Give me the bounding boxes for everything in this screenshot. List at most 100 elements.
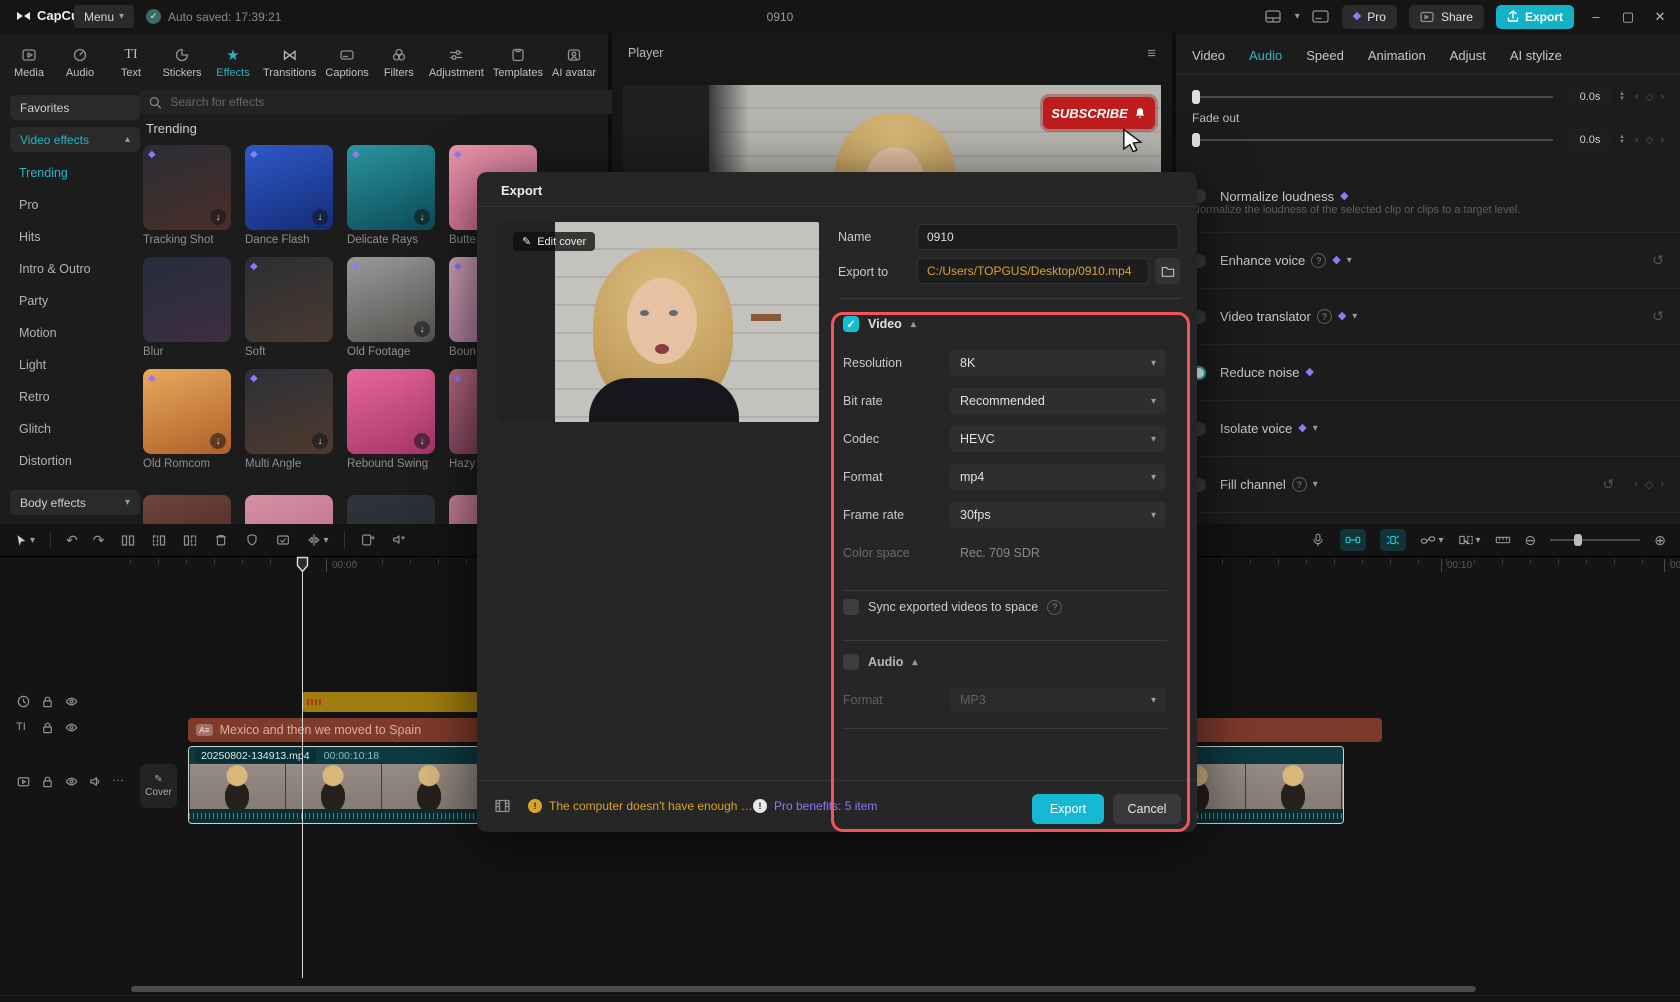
duration-value[interactable]: 0.0s xyxy=(1567,129,1613,151)
more-options-icon[interactable]: … xyxy=(112,770,124,784)
clock-icon[interactable] xyxy=(16,694,31,709)
tab-stickers[interactable]: Stickers xyxy=(161,37,203,87)
magnetic-snap-button[interactable] xyxy=(1340,529,1366,551)
effect-card[interactable]: ◆ ↓ Old Romcom xyxy=(143,369,231,470)
video-checkbox[interactable]: ✓ xyxy=(843,316,859,332)
stepper[interactable]: ▲▼ xyxy=(1619,92,1625,102)
tab-captions[interactable]: Captions xyxy=(325,37,368,87)
audio-format-dropdown[interactable]: MP3 ▾ xyxy=(950,687,1166,713)
effect-card[interactable]: ↓ Rebound Swing xyxy=(347,369,435,470)
effect-card[interactable]: ◆ Soft xyxy=(245,257,333,358)
playhead-handle[interactable] xyxy=(296,556,309,573)
category-item[interactable]: Trending xyxy=(0,157,119,189)
undo-button[interactable]: ↶ xyxy=(66,530,78,550)
category-item[interactable]: Hits xyxy=(0,221,119,253)
body-effects-button[interactable]: Body effects▾ xyxy=(10,490,140,515)
setting-dropdown[interactable]: mp4 ▾ xyxy=(950,464,1166,490)
stepper[interactable]: ▲▼ xyxy=(1619,135,1625,145)
cancel-button[interactable]: Cancel xyxy=(1113,794,1181,824)
search-input[interactable] xyxy=(168,94,609,110)
effect-card[interactable] xyxy=(347,495,435,524)
tab-ai-avatar[interactable]: AI avatar xyxy=(552,37,596,87)
link-button[interactable]: ▾ xyxy=(1420,530,1443,550)
subtitle-view-icon[interactable] xyxy=(1312,10,1330,24)
category-item[interactable]: Light xyxy=(0,349,119,381)
inspector-tab[interactable]: Animation xyxy=(1368,48,1426,63)
category-item[interactable]: Party xyxy=(0,285,119,317)
chevron-down-icon[interactable]: ▾ xyxy=(1347,255,1352,266)
inspector-tab[interactable]: Audio xyxy=(1249,48,1282,63)
keyframe-controls[interactable]: ‹◇› xyxy=(1635,91,1664,103)
pro-benefits-link[interactable]: ! Pro benefits: 5 item xyxy=(753,799,877,813)
slider[interactable] xyxy=(1192,96,1553,98)
video-effects-button[interactable]: Video effects▴ xyxy=(10,127,140,152)
delete-right-button[interactable] xyxy=(182,530,198,550)
eye-icon[interactable] xyxy=(64,774,79,789)
download-icon[interactable]: ↓ xyxy=(414,433,430,449)
effect-card[interactable]: ◆ ↓ Multi Angle xyxy=(245,369,333,470)
category-item[interactable]: Pro xyxy=(0,189,119,221)
download-icon[interactable]: ↓ xyxy=(312,433,328,449)
effect-card[interactable] xyxy=(143,495,231,524)
effect-card[interactable]: ◆ ↓ Old Footage xyxy=(347,257,435,358)
tab-audio[interactable]: Audio xyxy=(59,37,101,87)
extract-audio-button[interactable] xyxy=(391,530,407,550)
chevron-down-icon[interactable]: ▾ xyxy=(1313,423,1318,434)
reset-icon[interactable]: ↺ xyxy=(1652,252,1664,269)
tab-templates[interactable]: Templates xyxy=(493,37,543,87)
chevron-up-icon[interactable]: ▴ xyxy=(911,319,916,330)
playhead[interactable] xyxy=(302,558,303,978)
effect-card[interactable]: ◆ ↓ Delicate Rays xyxy=(347,145,435,246)
export-path-input[interactable]: C:/Users/TOPGUS/Desktop/0910.mp4 xyxy=(917,258,1149,284)
setting-dropdown[interactable]: Recommended ▾ xyxy=(950,388,1166,414)
category-item[interactable]: Motion xyxy=(0,317,119,349)
setting-dropdown[interactable]: 30fps ▾ xyxy=(950,502,1166,528)
add-file-button[interactable] xyxy=(360,530,376,550)
chevron-down-icon[interactable]: ▾ xyxy=(1352,311,1357,322)
chevron-down-icon[interactable]: ▾ xyxy=(1313,479,1318,490)
player-menu-icon[interactable]: ≡ xyxy=(1147,45,1156,62)
redo-button[interactable]: ↷ xyxy=(93,530,105,550)
tab-transitions[interactable]: ⋈Transitions xyxy=(263,37,316,87)
download-icon[interactable]: ↓ xyxy=(210,433,226,449)
zoom-in-icon[interactable]: ⊕ xyxy=(1654,530,1666,550)
reset-icon[interactable]: ↺ xyxy=(1652,308,1664,325)
chevron-down-icon[interactable]: ▾ xyxy=(1295,11,1300,22)
mask-button[interactable] xyxy=(244,530,260,550)
keyframe-controls[interactable]: ‹◇› xyxy=(1634,478,1664,491)
auto-cut-button[interactable] xyxy=(1380,529,1406,551)
export-button-top[interactable]: Export xyxy=(1496,5,1574,29)
tab-media[interactable]: Media xyxy=(8,37,50,87)
inspector-tab[interactable]: Speed xyxy=(1306,48,1344,63)
browse-folder-button[interactable] xyxy=(1155,258,1180,284)
memory-warning[interactable]: ! The computer doesn't have enough … xyxy=(528,799,753,813)
download-icon[interactable]: ↓ xyxy=(210,209,226,225)
crop-button[interactable] xyxy=(275,530,291,550)
export-confirm-button[interactable]: Export xyxy=(1032,794,1104,824)
effect-card[interactable] xyxy=(245,495,333,524)
minimize-button[interactable]: – xyxy=(1586,9,1606,24)
split-button[interactable] xyxy=(120,530,136,550)
download-icon[interactable]: ↓ xyxy=(414,209,430,225)
sync-checkbox[interactable] xyxy=(843,599,859,615)
pro-button[interactable]: ◆Pro xyxy=(1342,5,1397,29)
layout-toggle-icon[interactable] xyxy=(1265,10,1283,24)
setting-dropdown[interactable]: HEVC ▾ xyxy=(950,426,1166,452)
category-item[interactable]: Intro & Outro xyxy=(0,253,119,285)
tab-adjustment[interactable]: Adjustment xyxy=(429,37,484,87)
favorites-button[interactable]: Favorites xyxy=(10,95,140,120)
download-icon[interactable]: ↓ xyxy=(414,321,430,337)
effect-card[interactable]: ◆ ↓ Dance Flash xyxy=(245,145,333,246)
inspector-tab[interactable]: Adjust xyxy=(1450,48,1486,63)
delete-button[interactable] xyxy=(213,530,229,550)
record-voiceover-button[interactable] xyxy=(1310,530,1326,550)
lock-icon[interactable] xyxy=(40,774,55,789)
delete-left-button[interactable] xyxy=(151,530,167,550)
edit-cover-button[interactable]: ✎ Edit cover xyxy=(513,232,595,251)
tab-filters[interactable]: Filters xyxy=(378,37,420,87)
category-item[interactable]: Glitch xyxy=(0,413,119,445)
inspector-tab[interactable]: AI stylize xyxy=(1510,48,1562,63)
lock-icon[interactable] xyxy=(40,694,55,709)
name-input[interactable]: 0910 xyxy=(917,224,1179,250)
slider-handle[interactable] xyxy=(1192,133,1200,147)
